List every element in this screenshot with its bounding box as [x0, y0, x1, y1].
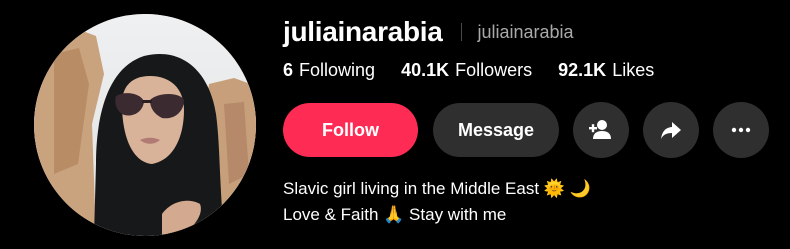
share-button[interactable] — [643, 102, 699, 158]
add-friend-button[interactable] — [573, 102, 629, 158]
message-button[interactable]: Message — [433, 103, 559, 157]
name-divider — [460, 23, 462, 41]
bio-line-1: Slavic girl living in the Middle East 🌞 … — [283, 179, 591, 198]
followers-label: Followers — [455, 60, 533, 80]
likes-count: 92.1K — [558, 60, 607, 80]
likes-label: Likes — [612, 60, 655, 80]
stat-following[interactable]: 6 Following — [283, 60, 375, 81]
name-row: juliainarabia juliainarabia — [283, 16, 574, 48]
following-label: Following — [299, 60, 376, 80]
stat-followers[interactable]: 40.1K Followers — [401, 60, 532, 81]
nickname: juliainarabia — [477, 21, 574, 42]
profile-bio: Slavic girl living in the Middle East 🌞 … — [283, 176, 591, 228]
stats-row: 6 Following 40.1K Followers 92.1K Likes — [283, 60, 680, 81]
more-horizontal-icon — [731, 127, 751, 133]
stat-likes: 92.1K Likes — [558, 60, 654, 81]
share-arrow-icon — [661, 122, 681, 139]
more-button[interactable] — [713, 102, 769, 158]
avatar-photo — [34, 14, 256, 236]
action-buttons: Follow Message — [283, 102, 769, 158]
profile-avatar — [34, 14, 256, 236]
followers-count: 40.1K — [401, 60, 450, 80]
follow-button[interactable]: Follow — [283, 103, 418, 157]
bio-line-2: Love & Faith 🙏 Stay with me — [283, 205, 507, 224]
following-count: 6 — [283, 60, 294, 80]
person-add-icon — [589, 120, 611, 139]
username: juliainarabia — [283, 16, 443, 47]
